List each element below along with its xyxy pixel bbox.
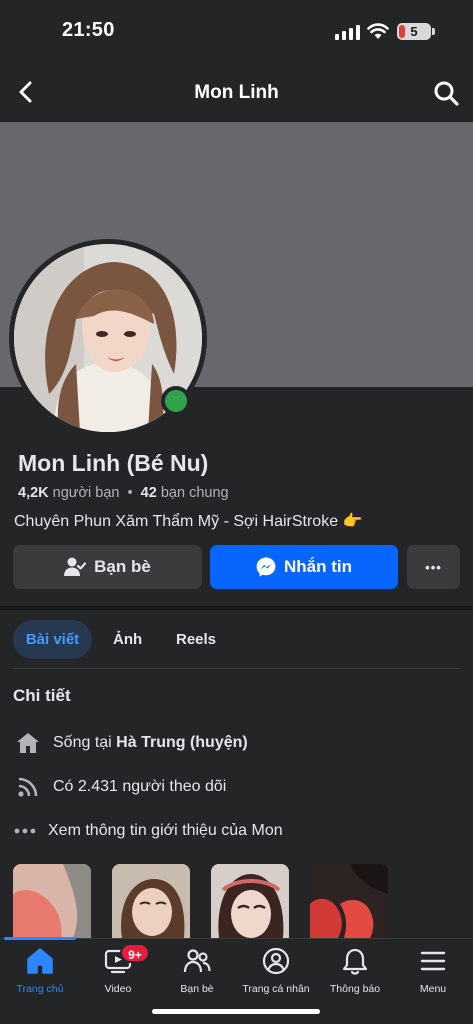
profile-bio: Chuyên Phun Xăm Thẩm Mỹ - Sợi HairStroke…: [14, 513, 363, 530]
see-about-link[interactable]: Xem thông tin giới thiệu của Mon: [14, 816, 283, 846]
wifi-icon: [367, 23, 389, 39]
detail-lives-in: Sống tại Hà Trung (huyện): [14, 728, 248, 758]
active-tab-indicator: [4, 937, 76, 940]
rss-icon: [14, 775, 42, 799]
friends-button-label: Bạn bè: [94, 557, 151, 576]
battery-level: 5: [410, 24, 418, 39]
photo-thumbnail[interactable]: [310, 864, 388, 938]
cellular-signal-icon: [335, 24, 361, 40]
tab-photos[interactable]: Ảnh: [113, 620, 142, 659]
home-icon: [25, 945, 55, 977]
lives-place[interactable]: Hà Trung (huyện): [116, 734, 248, 752]
nav-item-home[interactable]: Trang chủ: [0, 945, 80, 995]
menu-icon: [418, 945, 448, 977]
friends-count: 4,2K: [18, 485, 49, 501]
more-dots-icon: •••: [425, 559, 442, 575]
tab-posts[interactable]: Bài viết: [13, 620, 92, 659]
tab-reels[interactable]: Reels: [176, 620, 216, 659]
battery-icon: 5: [397, 23, 431, 40]
nav-item-notifications[interactable]: Thông báo: [315, 945, 395, 995]
followers-text: Có 2.431 người theo dõi: [53, 778, 227, 795]
more-options-button[interactable]: •••: [407, 545, 460, 589]
messenger-icon: [256, 557, 276, 577]
tabs-divider: [13, 668, 460, 669]
nav-label-notifications: Thông báo: [329, 983, 381, 995]
nav-item-video[interactable]: 9+ Video: [78, 943, 158, 995]
photo-thumbnail[interactable]: [112, 864, 190, 938]
friends-summary[interactable]: 4,2K người bạn • 42 bạn chung: [18, 485, 229, 501]
details-heading: Chi tiết: [13, 686, 71, 705]
profile-page: 21:50 5 Mon Linh Mon Linh (Bé Nu) 4,2K n…: [0, 0, 473, 1024]
status-bar: 21:50 5: [0, 0, 473, 62]
home-indicator-bar[interactable]: [152, 1009, 320, 1014]
friends-button[interactable]: Bạn bè: [13, 545, 202, 589]
friends-icon: [182, 945, 212, 977]
profile-name: Mon Linh (Bé Nu): [18, 450, 209, 476]
separator-dot: •: [127, 485, 133, 501]
nav-label-home: Trang chủ: [16, 983, 64, 995]
photo-thumbnail[interactable]: [211, 864, 289, 938]
bell-icon: [340, 945, 370, 977]
status-time: 21:50: [62, 19, 115, 41]
mutual-count: 42: [140, 485, 157, 501]
page-title: Mon Linh: [194, 82, 279, 103]
video-notification-badge: 9+: [120, 943, 150, 963]
friend-check-icon: [64, 557, 87, 576]
lives-prefix: Sống tại: [53, 734, 112, 751]
mutual-label: bạn chung: [160, 485, 229, 501]
photo-thumbnail[interactable]: [13, 864, 91, 938]
friends-label: người bạn: [52, 485, 120, 501]
home-icon: [14, 731, 42, 755]
nav-item-menu[interactable]: Menu: [393, 945, 473, 995]
section-divider: [0, 606, 473, 610]
see-about-text: Xem thông tin giới thiệu của Mon: [48, 822, 283, 839]
message-button[interactable]: Nhắn tin: [210, 545, 398, 589]
online-status-dot: [161, 386, 191, 416]
nav-label-friends: Bạn bè: [180, 983, 214, 995]
top-nav-bar: Mon Linh: [0, 62, 473, 122]
more-dots-icon: [14, 819, 36, 843]
nav-item-profile[interactable]: Trang cá nhân: [236, 945, 316, 995]
nav-label-menu: Menu: [419, 983, 447, 995]
search-icon[interactable]: [432, 79, 460, 107]
nav-item-friends[interactable]: Bạn bè: [157, 945, 237, 995]
message-button-label: Nhắn tin: [284, 557, 352, 576]
detail-followers: Có 2.431 người theo dõi: [14, 772, 226, 802]
nav-label-video: Video: [104, 983, 132, 995]
nav-label-profile: Trang cá nhân: [242, 983, 310, 995]
profile-icon: [261, 945, 291, 977]
